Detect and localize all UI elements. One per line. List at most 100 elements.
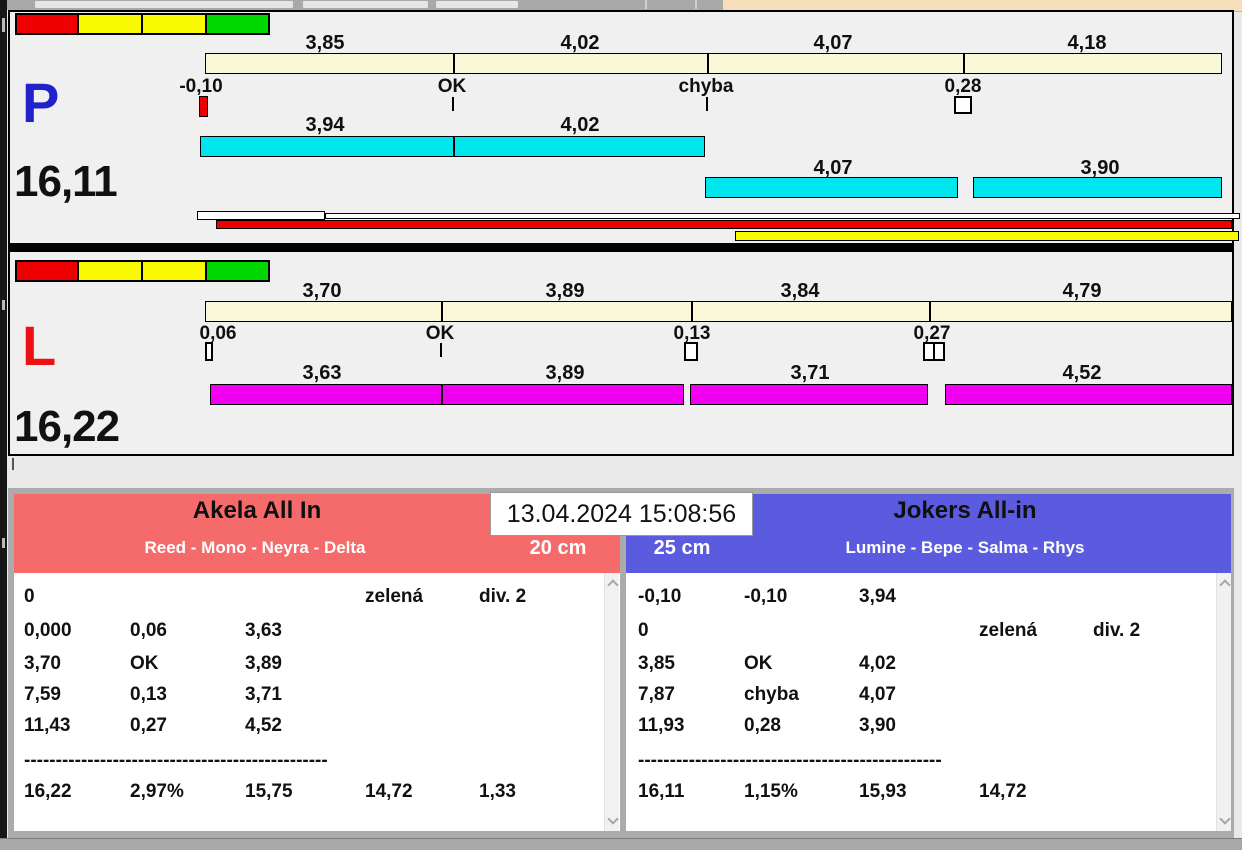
p-ref-label: 3,85	[306, 32, 345, 55]
scroll-up-icon[interactable]	[1219, 579, 1230, 590]
l-ok-tick	[440, 343, 442, 357]
segment-divider	[453, 137, 455, 156]
scroll-up-icon[interactable]	[607, 579, 618, 590]
p-check-label: chyba	[679, 76, 734, 98]
toolbar-segment	[35, 1, 293, 8]
left-scrollbar[interactable]	[604, 573, 619, 831]
p-check-label: -0,10	[179, 76, 222, 98]
result-cell: 15,93	[859, 781, 907, 803]
l-ref-label: 3,89	[546, 280, 585, 303]
p-run-bar-2b	[973, 177, 1222, 198]
result-cell: 4,02	[859, 653, 896, 675]
p-run-bar-1	[200, 136, 705, 157]
scroll-down-icon[interactable]	[607, 813, 618, 824]
l-panel: 3,70 3,89 3,84 4,79 0,06 OK 0,13 0,27 3,…	[10, 252, 1232, 455]
result-cell: div. 2	[479, 586, 526, 608]
p-progress-red-bar	[216, 220, 1232, 229]
result-row: 3,85 OK 4,02	[628, 653, 1216, 679]
edge-mark	[2, 538, 5, 548]
right-category-size: 25 cm	[654, 537, 711, 560]
result-cell: 3,85	[638, 653, 675, 675]
result-cell: 4,52	[245, 715, 282, 737]
result-cell: 15,75	[245, 781, 293, 803]
p-penalty-marker	[199, 96, 208, 117]
result-row: 0,0000,063,63	[14, 620, 604, 646]
l-run-bar-3	[945, 384, 1232, 405]
right-result-rows: -0,10 -0,10 3,94 0zelenádiv. 2 3,85 OK 4,02 7,8…	[628, 573, 1216, 831]
result-cell: zelená	[979, 620, 1037, 642]
datetime-display: 13.04.2024 15:08:56	[490, 492, 753, 536]
result-cell: 3,63	[245, 620, 282, 642]
result-cell: -0,10	[744, 586, 787, 608]
result-cell: 16,22	[24, 781, 72, 803]
edge-mark	[2, 18, 5, 32]
result-cell: 11,93	[638, 715, 685, 737]
p-chyba-tick	[706, 97, 708, 111]
traffic-block-yellow	[141, 260, 207, 282]
l-run-label: 4,52	[1063, 362, 1102, 385]
l-run-bar-1	[210, 384, 684, 405]
result-cell: OK	[130, 653, 159, 675]
p-side-letter: P	[22, 75, 59, 131]
p-run-bar-2a	[705, 177, 958, 198]
l-check-box-double	[933, 342, 945, 361]
toolbar-segment	[303, 1, 428, 8]
left-result-rows: 0zelenádiv. 20,0000,063,633,70OK3,897,59…	[14, 573, 604, 831]
result-cell: 0	[24, 586, 35, 608]
toolbar-tick	[645, 0, 647, 9]
result-cell: 3,71	[245, 684, 282, 706]
ruler-notch	[12, 458, 14, 470]
result-cell: 7,87	[638, 684, 675, 706]
traffic-block-green	[205, 13, 270, 35]
p-progress-track	[325, 213, 1240, 219]
segment-divider	[441, 385, 443, 404]
traffic-block-red	[15, 260, 79, 282]
result-row: ----------------------------------------…	[14, 750, 604, 776]
scroll-down-icon[interactable]	[1219, 813, 1230, 824]
result-cell: 0,06	[130, 620, 167, 642]
top-toolbar-strip	[0, 0, 723, 10]
result-row: 11,43 0,27 4,52	[14, 715, 604, 741]
result-cell: 0,28	[744, 715, 781, 737]
result-cell: 0,27	[130, 715, 167, 737]
right-scrollbar[interactable]	[1216, 573, 1231, 831]
left-category-size: 20 cm	[530, 537, 587, 560]
l-run-label: 3,71	[791, 362, 830, 385]
window-left-edge	[0, 0, 7, 850]
result-cell: 3,89	[245, 653, 282, 675]
result-cell: 1,33	[479, 781, 516, 803]
result-cell: 4,07	[859, 684, 896, 706]
l-total-time: 16,22	[14, 405, 119, 449]
l-ref-label: 4,79	[1063, 280, 1102, 303]
p-run-label: 3,94	[306, 114, 345, 137]
p-check-box	[954, 96, 972, 114]
p-ref-label: 4,07	[814, 32, 853, 55]
result-row: -0,10 -0,10 3,94	[628, 586, 1216, 612]
traffic-block-yellow	[77, 13, 143, 35]
edge-mark	[2, 300, 5, 310]
result-cell: -0,10	[638, 586, 681, 608]
result-row: 16,222,97%15,7514,721,33	[14, 781, 604, 807]
left-team-title: Akela All In	[193, 497, 321, 525]
right-team-members: Lumine - Bepe - Salma - Rhys	[846, 538, 1085, 558]
right-team-title: Jokers All-in	[893, 497, 1036, 525]
segment-divider	[691, 302, 693, 321]
result-cell: 0,13	[130, 684, 167, 706]
p-ok-tick	[452, 97, 454, 111]
l-check-label: OK	[426, 323, 455, 345]
result-cell: OK	[744, 653, 773, 675]
segment-divider	[929, 302, 931, 321]
result-cell: 3,94	[859, 586, 896, 608]
result-cell: 14,72	[365, 781, 413, 803]
result-cell: 3,90	[859, 715, 896, 737]
result-cell: 1,15%	[744, 781, 798, 803]
p-reference-bar	[205, 53, 1222, 74]
p-progress-white-bar	[197, 211, 325, 220]
result-row: 0zelenádiv. 2	[628, 620, 1216, 646]
segment-divider	[707, 54, 709, 73]
panel-divider	[8, 243, 1234, 252]
result-row: 11,93 0,28 3,90	[628, 715, 1216, 741]
result-cell: ----------------------------------------…	[638, 750, 942, 772]
result-cell: 11,43	[24, 715, 71, 737]
p-run-label: 4,02	[561, 114, 600, 137]
